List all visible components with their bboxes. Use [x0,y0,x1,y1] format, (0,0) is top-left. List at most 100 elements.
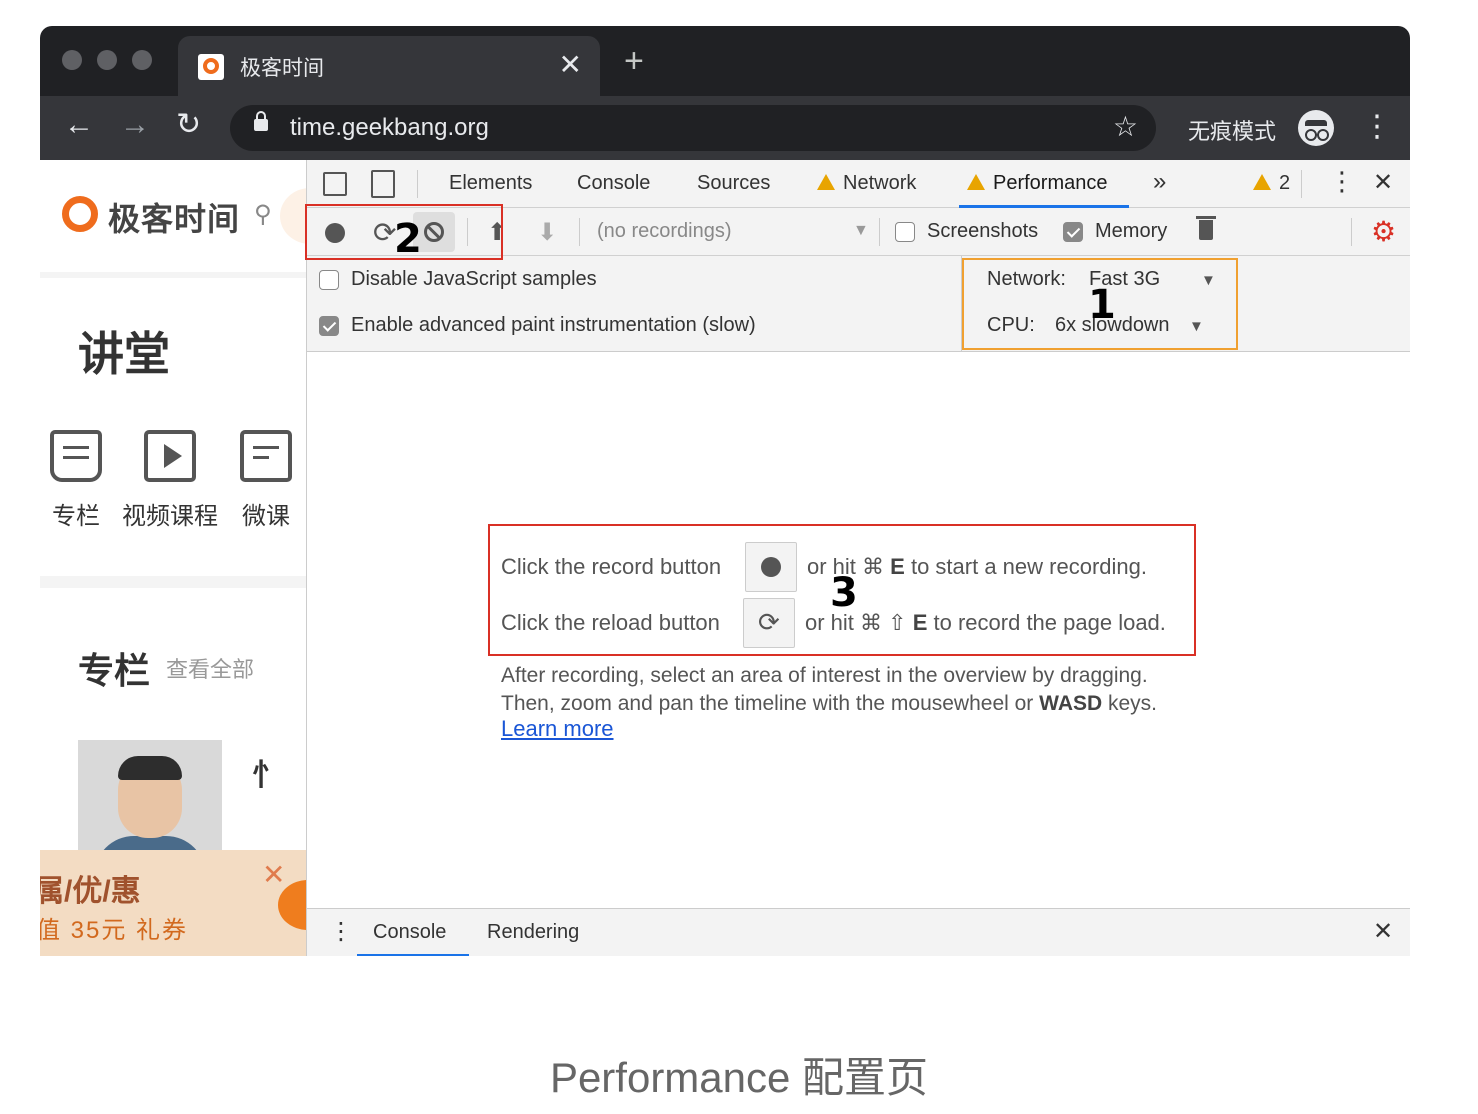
browser-menu-icon[interactable]: ⋮ [1362,112,1392,142]
warnings-counter[interactable]: 2 [1253,172,1290,195]
capture-settings-panel: Disable JavaScript samples Enable advanc… [307,256,1410,352]
search-icon[interactable]: ⚲ [254,200,272,229]
tab-title: 极客时间 [240,57,324,80]
truncated-title: 忄 [252,759,282,792]
close-tab-icon[interactable]: ✕ [559,48,582,81]
screenshots-checkbox[interactable] [895,222,915,242]
promo-subline: 值 35元 礼券 [40,917,189,944]
zoom-pan-prefix: Then, zoom and pan the timeline with the… [501,692,1034,715]
reload-icon[interactable]: ↻ [176,110,201,140]
warning-icon [967,174,985,190]
browser-tab[interactable]: 极客时间 ✕ [178,36,600,96]
learn-more-link[interactable]: Learn more [501,716,614,742]
site-header: 极客时间 ⚲ [40,160,306,272]
drawer-tab-rendering[interactable]: Rendering [487,921,579,944]
category-micro[interactable]: 微课 [240,430,292,531]
close-devtools-icon[interactable]: ✕ [1373,168,1393,197]
drawer-tab-console[interactable]: Console [373,921,446,944]
tab-performance-label: Performance [993,172,1108,194]
new-tab-button[interactable]: + [624,44,644,78]
tab-performance[interactable]: Performance [967,172,1108,195]
wasd-keys: WASD [1039,692,1103,715]
window-controls [62,50,152,70]
devtools-menu-icon[interactable]: ⋮ [1329,166,1355,197]
category-label: 微课 [242,503,290,530]
devtools-tab-bar: Elements Console Sources Network Perform… [307,160,1410,208]
header-decoration [280,188,306,244]
tab-sources[interactable]: Sources [697,172,770,195]
logo-icon [62,196,98,232]
close-window-button[interactable] [62,50,82,70]
divider [40,576,306,588]
divider [417,170,418,198]
disable-js-samples-label: Disable JavaScript samples [351,268,597,290]
close-drawer-icon[interactable]: ✕ [1373,917,1393,946]
inspect-element-icon[interactable] [323,172,347,196]
device-toolbar-icon[interactable] [371,170,395,198]
divider [1351,218,1352,246]
bookmark-star-icon[interactable]: ☆ [1113,110,1138,143]
download-icon[interactable]: ⬇ [537,218,557,247]
browser-toolbar: ← → ↻ time.geekbang.org ☆ 无痕模式 ⋮ [40,96,1410,160]
warning-icon [817,174,835,190]
disable-js-samples-checkbox[interactable] [319,270,339,290]
paint-instrumentation-checkbox[interactable] [319,316,339,336]
annotation-label-2: 2 [394,216,422,262]
memory-label: Memory [1095,220,1168,242]
minimize-window-button[interactable] [97,50,117,70]
favicon-icon [198,54,224,80]
forward-icon[interactable]: → [120,110,150,140]
warning-icon [1253,174,1271,190]
annotation-label-3: 3 [830,570,858,616]
section-title: 讲堂 [78,328,170,380]
zoom-pan-suffix: keys. [1108,692,1158,715]
tab-console[interactable]: Console [577,172,650,195]
trash-icon[interactable] [1196,216,1216,240]
recordings-select[interactable]: (no recordings) [597,220,732,243]
figure-caption: Performance 配置页 [549,1054,929,1101]
annotation-label-1: 1 [1088,282,1116,328]
incognito-icon[interactable] [1298,110,1334,146]
website-content: 极客时间 ⚲ 讲堂 专栏 视频课程 微课 专栏 查看全部 忄 属/优/惠 值 3… [40,160,306,956]
divider [1301,170,1302,198]
devtools-drawer: ⋮ Console Rendering ✕ [307,908,1410,956]
active-drawer-tab-indicator [357,954,469,956]
divider [879,218,880,246]
category-column[interactable]: 专栏 [50,430,102,531]
tab-network[interactable]: Network [817,172,916,195]
column-section-title: 专栏 [78,650,151,691]
promo-banner[interactable]: 属/优/惠 值 35元 礼券 ✕ [40,850,306,956]
tab-strip: 极客时间 ✕ + [40,26,1410,96]
category-label: 视频课程 [122,503,218,530]
category-label: 专栏 [52,503,100,530]
divider [40,272,306,278]
lock-icon [254,111,268,131]
warning-count: 2 [1279,172,1291,194]
after-recording-text: After recording, select an area of inter… [501,664,1148,687]
book-icon [50,430,102,482]
url-text[interactable]: time.geekbang.org [290,114,489,142]
screenshots-label: Screenshots [927,220,1039,242]
promo-headline: 属/优/惠 [40,875,141,908]
address-bar[interactable]: time.geekbang.org ☆ [230,105,1156,151]
chevron-down-icon[interactable]: ▼ [853,222,869,240]
site-logo-text[interactable]: 极客时间 [108,194,240,240]
zoom-window-button[interactable] [132,50,152,70]
view-all-link[interactable]: 查看全部 [166,652,254,684]
zoom-pan-text: Then, zoom and pan the timeline with the… [501,692,1157,716]
tab-network-label: Network [843,172,917,194]
tab-elements[interactable]: Elements [449,172,532,195]
capture-settings-gear-icon[interactable]: ⚙ [1371,218,1396,246]
divider [579,218,580,246]
paint-instrumentation-label: Enable advanced paint instrumentation (s… [351,314,756,336]
incognito-label: 无痕模式 [1188,119,1277,144]
more-tabs-icon[interactable]: » [1153,168,1166,196]
author-avatar[interactable] [78,740,222,860]
back-icon[interactable]: ← [64,110,94,140]
drawer-menu-icon[interactable]: ⋮ [329,917,353,946]
play-icon [144,430,196,482]
browser-window: 极客时间 ✕ + ← → ↻ time.geekbang.org ☆ 无痕模式 … [40,26,1410,956]
memory-checkbox[interactable] [1063,222,1083,242]
close-promo-icon[interactable]: ✕ [262,858,285,891]
category-video[interactable]: 视频课程 [122,430,218,531]
